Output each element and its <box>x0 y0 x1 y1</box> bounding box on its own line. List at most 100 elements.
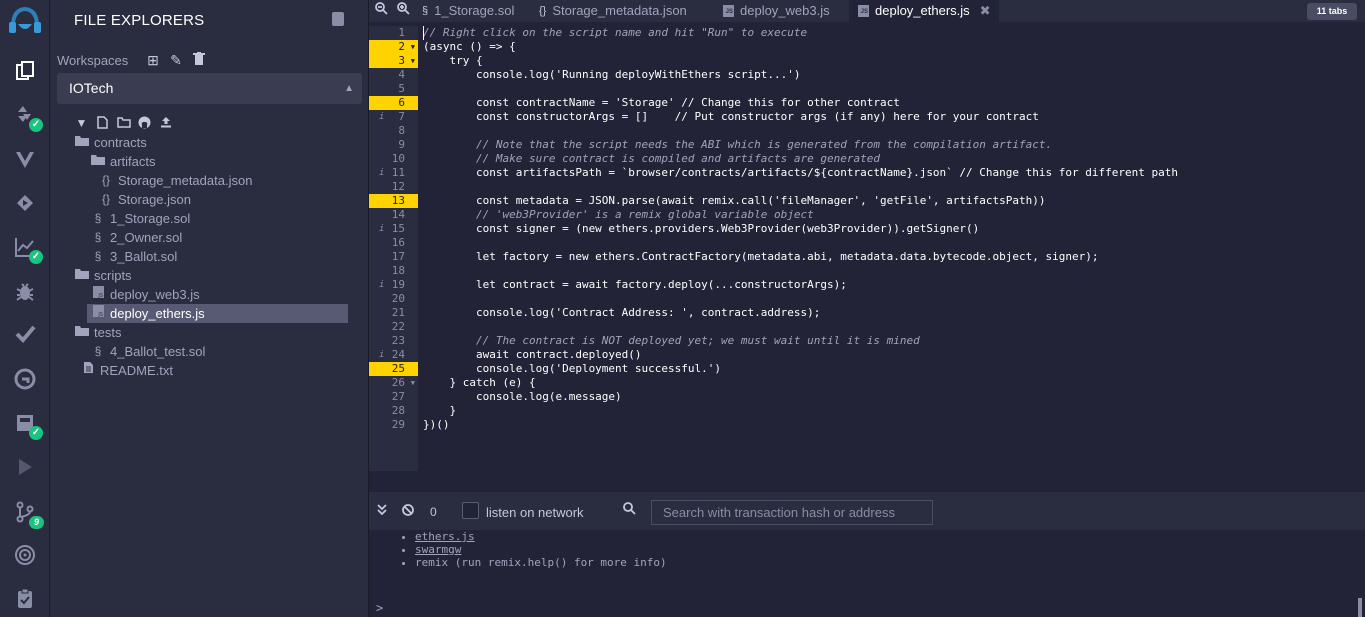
line-number[interactable]: 10 <box>369 152 418 166</box>
collapse-caret-icon[interactable]: ▼ <box>74 116 89 131</box>
code-line[interactable]: console.log('Running deployWithEthers sc… <box>423 68 801 82</box>
info-marker-icon[interactable]: i <box>379 278 384 292</box>
solidity-compiler-icon[interactable]: ✓ <box>10 100 43 132</box>
line-number[interactable]: 26 ▼ <box>369 376 418 390</box>
new-folder-icon[interactable] <box>116 116 131 131</box>
create-workspace-icon[interactable]: ⊞ <box>145 52 161 68</box>
info-marker-icon[interactable]: i <box>379 348 384 362</box>
line-number[interactable]: 5 <box>369 82 418 96</box>
file-tree-item[interactable]: § 2_Owner.sol <box>90 228 183 247</box>
line-number[interactable]: 20 <box>369 292 418 306</box>
settings-icon[interactable] <box>10 583 40 613</box>
line-number[interactable]: 1 <box>369 26 418 40</box>
code-line[interactable]: let factory = new ethers.ContractFactory… <box>423 250 1099 264</box>
code-line[interactable]: // Right click on the script name and hi… <box>423 26 807 40</box>
transaction-search-input[interactable]: Search with transaction hash or address <box>651 500 933 525</box>
line-number[interactable]: 8 <box>369 124 418 138</box>
terminal-prompt[interactable]: > <box>376 601 383 615</box>
code-line[interactable]: const contractName = 'Storage' // Change… <box>423 96 900 110</box>
fold-icon[interactable]: ▼ <box>411 54 415 68</box>
file-tree-item[interactable]: tests <box>74 323 121 342</box>
line-number[interactable]: i 15 <box>369 222 418 236</box>
line-number[interactable]: 21 <box>369 306 418 320</box>
code-line[interactable]: const metadata = JSON.parse(await remix.… <box>423 194 1046 208</box>
file-tree-item[interactable]: contracts <box>74 133 147 152</box>
line-number[interactable]: 27 <box>369 390 418 404</box>
line-number[interactable]: 4 <box>369 68 418 82</box>
line-number[interactable]: 22 <box>369 320 418 334</box>
line-number[interactable]: 16 <box>369 236 418 250</box>
remix-logo-icon[interactable] <box>5 4 45 38</box>
new-file-icon[interactable] <box>95 115 110 131</box>
code-line[interactable]: console.log('Deployment successful.') <box>423 362 721 376</box>
line-number[interactable]: 25 <box>369 362 418 376</box>
vyper-icon[interactable] <box>10 145 40 175</box>
code-line[interactable]: console.log(e.message) <box>423 390 622 404</box>
code-line[interactable]: let contract = await factory.deploy(...c… <box>423 278 847 292</box>
upload-icon[interactable] <box>158 116 173 131</box>
line-number[interactable]: 28 <box>369 404 418 418</box>
line-number[interactable]: i 11 <box>369 166 418 180</box>
zoom-in-icon[interactable] <box>395 2 411 18</box>
line-number[interactable]: 29 <box>369 418 418 432</box>
debugger-icon[interactable] <box>10 277 40 307</box>
line-number[interactable]: 6 <box>369 96 418 110</box>
info-marker-icon[interactable]: i <box>379 110 384 124</box>
info-marker-icon[interactable]: i <box>379 222 384 236</box>
code-line[interactable]: // The contract is NOT deployed yet; we … <box>423 334 920 348</box>
clear-console-icon[interactable] <box>402 504 414 519</box>
code-line[interactable]: const artifactsPath = `browser/contracts… <box>423 166 1178 180</box>
file-explorers-icon[interactable] <box>10 56 40 86</box>
code-line[interactable]: (async () => { <box>423 40 516 54</box>
github-icon[interactable] <box>137 116 152 131</box>
file-tree-item[interactable]: {} Storage_metadata.json <box>98 171 252 190</box>
git-icon[interactable]: 9 <box>10 497 44 529</box>
file-tree-item[interactable]: JS deploy_web3.js <box>90 285 200 304</box>
unit-testing-icon[interactable] <box>10 319 40 349</box>
line-number[interactable]: 9 <box>369 138 418 152</box>
compile-icon[interactable]: ✓ <box>10 408 43 440</box>
file-tree-item[interactable]: README.txt <box>80 361 173 380</box>
line-number[interactable]: 18 <box>369 264 418 278</box>
tab-storage-metadata-json[interactable]: {} Storage_metadata.json <box>539 0 704 22</box>
info-marker-icon[interactable]: i <box>379 166 384 180</box>
file-tree-item[interactable]: § 1_Storage.sol <box>90 209 191 228</box>
line-number[interactable]: i 24 <box>369 348 418 362</box>
code-line[interactable]: try { <box>423 54 482 68</box>
deploy-run-icon[interactable] <box>10 188 40 218</box>
delete-workspace-icon[interactable] <box>191 52 207 68</box>
fold-icon[interactable]: ▼ <box>411 40 415 54</box>
code-line[interactable]: } catch (e) { <box>423 376 535 390</box>
code-line[interactable]: const signer = (new ethers.providers.Web… <box>423 222 979 236</box>
terminal-help-item[interactable]: swarmgw <box>415 543 667 556</box>
tab-1-storage-sol[interactable]: § 1_Storage.sol <box>418 0 528 22</box>
line-number[interactable]: i 19 <box>369 278 418 292</box>
zoom-out-icon[interactable] <box>373 2 389 18</box>
analysis-icon[interactable]: ✓ <box>10 232 43 264</box>
code-line[interactable]: })() <box>423 418 450 432</box>
close-panel-icon[interactable] <box>332 12 344 26</box>
line-number[interactable]: 14 <box>369 208 418 222</box>
file-tree-item[interactable]: {} Storage.json <box>98 190 191 209</box>
code-line[interactable]: const constructorArgs = [] // Put constr… <box>423 110 1039 124</box>
line-number[interactable]: 12 <box>369 180 418 194</box>
line-number[interactable]: i7 <box>369 110 418 124</box>
plugin-icon[interactable] <box>10 364 40 394</box>
tab-deploy-ethers-js[interactable]: JS deploy_ethers.js ✖ <box>849 0 999 22</box>
terminal-help-link[interactable]: ethers.js <box>415 530 475 543</box>
tab-deploy-web3-js[interactable]: JS deploy_web3.js <box>723 0 843 22</box>
file-tree-item[interactable]: scripts <box>74 266 132 285</box>
file-tree-item[interactable]: § 3_Ballot.sol <box>90 247 178 266</box>
line-number[interactable]: 13 <box>369 194 418 208</box>
code-line[interactable]: // 'web3Provider' is a remix global vari… <box>423 208 814 222</box>
terminal-help-item[interactable]: ethers.js <box>415 530 667 543</box>
code-line[interactable]: // Note that the script needs the ABI wh… <box>423 138 1052 152</box>
line-number[interactable]: 23 <box>369 334 418 348</box>
fold-icon[interactable]: ▼ <box>411 376 415 390</box>
code-line[interactable]: } <box>423 404 456 418</box>
file-tree-item[interactable]: § 4_Ballot_test.sol <box>90 342 206 361</box>
workspace-select[interactable]: IOTech ▲ <box>57 73 362 104</box>
run-script-icon[interactable] <box>10 452 40 482</box>
close-tab-icon[interactable]: ✖ <box>980 1 991 21</box>
code-line[interactable]: await contract.deployed() <box>423 348 642 362</box>
